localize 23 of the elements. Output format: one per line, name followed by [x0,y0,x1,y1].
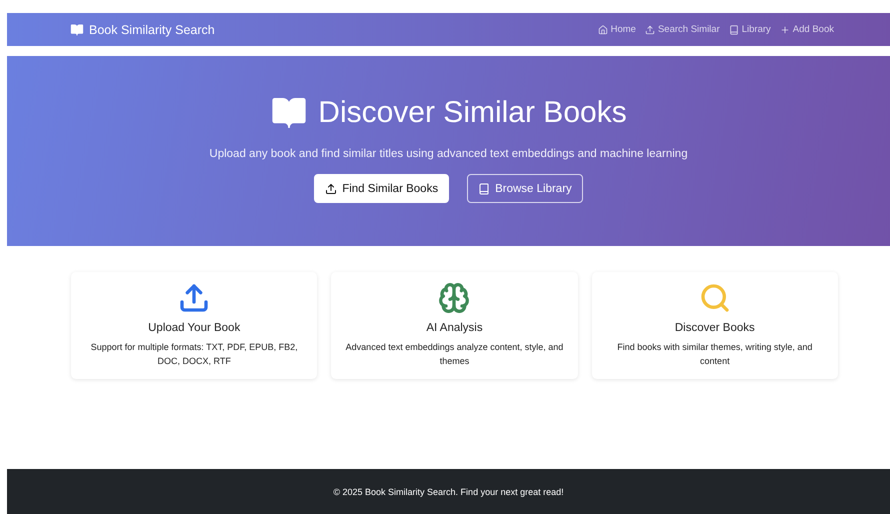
hero-title: Discover Similar Books [318,96,627,130]
feature-title: Discover Books [674,322,755,334]
feature-title: Upload Your Book [148,322,240,334]
open-book-icon [70,22,84,36]
home-icon [598,24,608,34]
find-similar-button[interactable]: Find Similar Books [314,174,450,203]
nav-link[interactable]: Search Similar [644,24,720,35]
footer-text: © 2025 Book Similarity Search. Find your next great read! [333,486,564,496]
nav-link[interactable]: Add Book [780,24,834,35]
feature-title: AI Analysis [426,322,483,334]
nav-link[interactable]: Home [598,24,636,35]
feature-text: Advanced text embeddings analyze content, style, and themes [344,341,564,368]
feature-text: Support for multiple formats: TXT, PDF, EPUB, FB2, DOC, DOCX, RTF [90,341,299,368]
feature-text: Find books with similar themes, writing style, and content [616,341,814,368]
book-icon [728,24,739,34]
upload-icon [325,182,338,194]
plus-icon [780,24,790,34]
hero-subtitle: Upload any book and find similar titles using advanced text embeddings and machine learning [209,148,688,160]
brand-link[interactable]: Book Similarity Search [70,22,215,36]
nav-link[interactable]: Library [728,24,771,35]
upload-icon [644,24,655,34]
browse-library-button[interactable]: Browse Library [467,174,583,203]
book-icon [478,182,490,194]
